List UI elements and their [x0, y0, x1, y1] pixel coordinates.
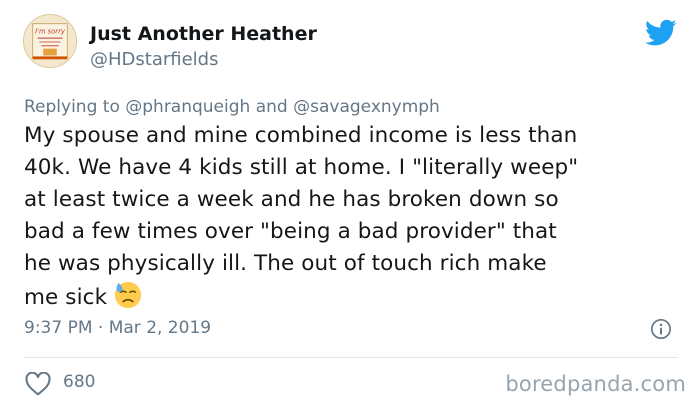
downcast-face-with-sweat-icon	[115, 281, 142, 309]
tweet-text-line: bad a few times over "being a bad provid…	[24, 219, 557, 244]
twitter-bird-icon[interactable]	[645, 19, 677, 47]
tweet-text-line: at least twice a week and he has broken …	[24, 187, 559, 212]
tweet-timestamp[interactable]: 9:37 PM · Mar 2, 2019	[24, 318, 211, 338]
svg-text:I'm sorry: I'm sorry	[35, 27, 66, 35]
tweet-text-line: 40k. We have 4 kids still at home. I "li…	[24, 155, 579, 180]
avatar-image: I'm sorry	[24, 15, 76, 67]
reply-context: Replying to @phranqueigh and @savagexnym…	[24, 97, 440, 117]
avatar[interactable]: I'm sorry	[23, 14, 77, 68]
user-handle[interactable]: @HDstarfields	[90, 49, 218, 70]
tweet-text-line: me sick	[24, 285, 108, 310]
heart-icon[interactable]	[25, 372, 51, 396]
tweet-text-line: My spouse and mine combined income is le…	[24, 123, 578, 148]
reply-prefix: Replying to	[24, 97, 120, 117]
divider	[24, 357, 678, 358]
tweet-text: My spouse and mine combined income is le…	[24, 120, 684, 314]
reply-mention-link[interactable]: @savagexnymph	[293, 97, 440, 117]
tweet-text-line: he was physically ill. The out of touch …	[24, 251, 547, 276]
reply-mention-link[interactable]: @phranqueigh	[125, 97, 250, 117]
display-name[interactable]: Just Another Heather	[90, 23, 317, 45]
tweet-text-last-line: me sick	[24, 280, 684, 314]
like-count: 680	[63, 372, 96, 392]
reply-and: and	[255, 97, 288, 117]
info-icon[interactable]	[650, 318, 672, 340]
watermark: boredpanda.com	[505, 372, 686, 396]
